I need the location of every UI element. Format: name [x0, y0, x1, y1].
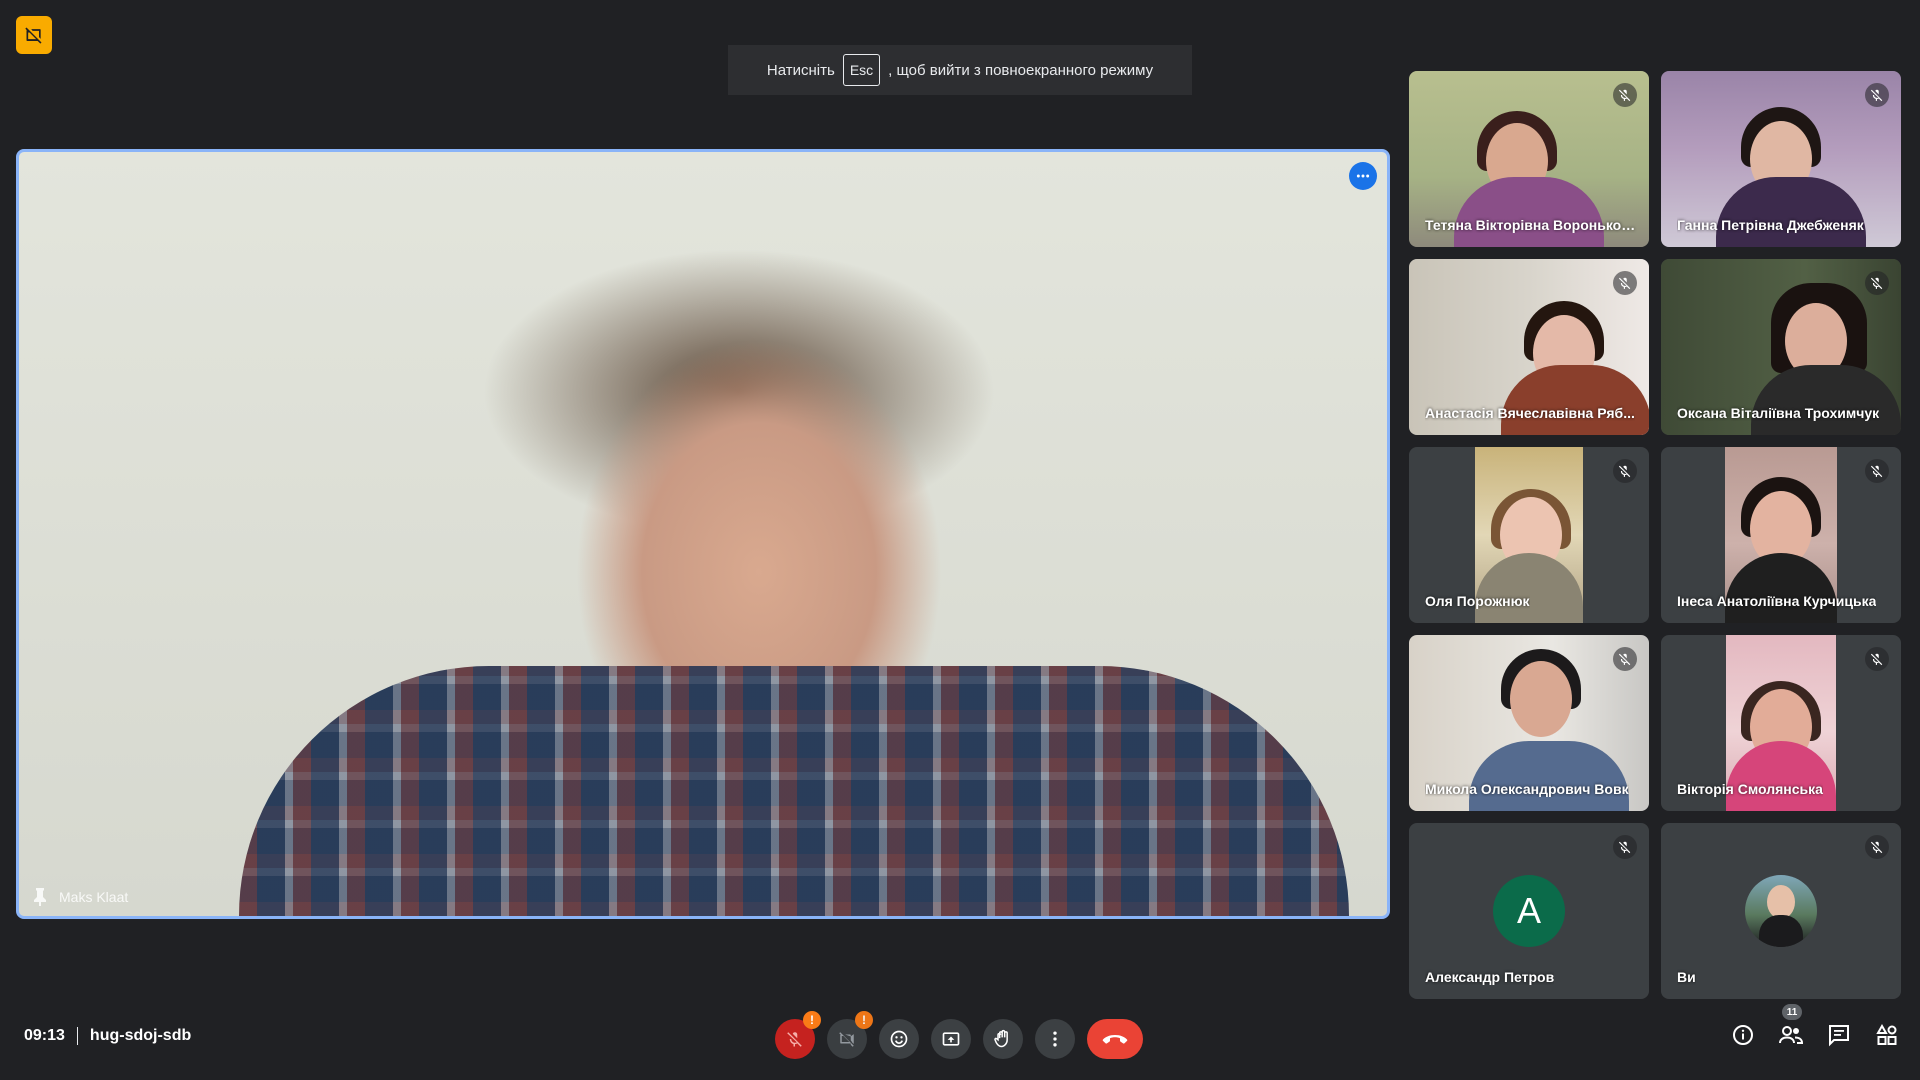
participant-tile[interactable]: Інеса Анатоліївна Курчицька — [1661, 447, 1901, 623]
more-vert-icon — [1045, 1029, 1065, 1049]
participant-name: Вікторія Смолянська — [1677, 781, 1823, 797]
participant-tile[interactable]: Тетяна Вікторівна Воронько-... — [1409, 71, 1649, 247]
people-count-badge: 11 — [1782, 1004, 1802, 1020]
participant-name: Оксана Віталіївна Трохимчук — [1677, 405, 1880, 421]
avatar: A — [1493, 875, 1565, 947]
mic-off-icon — [1865, 459, 1889, 483]
participant-name: Анастасія Вячеславівна Ряб... — [1425, 405, 1635, 421]
mic-off-icon — [1613, 835, 1637, 859]
more-options-button[interactable] — [1035, 1019, 1075, 1059]
participant-name: Ганна Петрівна Джебженяк — [1677, 217, 1864, 233]
main-speaker-label: Maks Klaat — [33, 888, 128, 906]
people-button[interactable]: 11 — [1778, 1004, 1804, 1048]
emoji-icon — [889, 1029, 909, 1049]
fullscreen-exit-toast: Натисніть Esc , щоб вийти з повноекранно… — [728, 45, 1192, 95]
camera-warning-badge: ! — [855, 1011, 873, 1029]
divider — [76, 1027, 78, 1045]
leave-call-button[interactable] — [1087, 1019, 1143, 1059]
mic-off-icon — [1865, 83, 1889, 107]
reactions-button[interactable] — [879, 1019, 919, 1059]
speaker-video-frame — [239, 666, 1349, 916]
raise-hand-button[interactable] — [983, 1019, 1023, 1059]
participant-name: Тетяна Вікторівна Воронько-... — [1425, 217, 1637, 233]
avatar — [1745, 875, 1817, 947]
activities-button[interactable] — [1874, 1022, 1900, 1048]
activities-icon — [1875, 1023, 1899, 1047]
people-icon — [1778, 1023, 1804, 1047]
participant-name: Ви — [1677, 969, 1696, 985]
participant-grid: Тетяна Вікторівна Воронько-... Ганна Пет… — [1409, 71, 1904, 999]
mic-warning-badge: ! — [803, 1011, 821, 1029]
mic-off-icon — [1865, 835, 1889, 859]
meeting-details-button[interactable] — [1730, 1022, 1756, 1048]
pin-icon — [33, 888, 47, 906]
chat-icon — [1827, 1023, 1851, 1047]
participant-tile[interactable]: Анастасія Вячеславівна Ряб... — [1409, 259, 1649, 435]
participant-tile[interactable]: A Александр Петров — [1409, 823, 1649, 999]
camera-toggle-button[interactable]: ! — [827, 1011, 873, 1059]
present-icon — [941, 1029, 961, 1049]
mic-off-icon — [1865, 271, 1889, 295]
participant-tile[interactable]: Оксана Віталіївна Трохимчук — [1661, 259, 1901, 435]
more-options-icon[interactable] — [1349, 162, 1377, 190]
main-speaker-name: Maks Klaat — [59, 889, 129, 905]
mic-toggle-button[interactable]: ! — [775, 1011, 821, 1059]
mic-off-icon — [1613, 271, 1637, 295]
participant-tile[interactable]: Оля Порожнюк — [1409, 447, 1649, 623]
present-screen-button[interactable] — [931, 1019, 971, 1059]
toast-text-before: Натисніть — [766, 61, 835, 79]
participant-tile[interactable]: Ганна Петрівна Джебженяк — [1661, 71, 1901, 247]
camera-off-icon — [838, 1030, 856, 1048]
participant-tile[interactable]: Вікторія Смолянська — [1661, 635, 1901, 811]
hand-icon — [993, 1029, 1013, 1049]
participant-name: Інеса Анатоліївна Курчицька — [1677, 593, 1877, 609]
meeting-code: hug-sdoj-sdb — [89, 1027, 192, 1044]
participant-tile[interactable]: Микола Олександрович Вовк — [1409, 635, 1649, 811]
side-panel-controls: 11 — [1730, 1004, 1900, 1048]
mic-off-icon — [1613, 459, 1637, 483]
meeting-time: 09:13 — [24, 1027, 65, 1044]
participant-name: Александр Петров — [1425, 969, 1555, 985]
mic-off-icon — [1613, 83, 1637, 107]
participant-tile-self[interactable]: Ви — [1661, 823, 1901, 999]
meeting-info: 09:13 hug-sdoj-sdb — [24, 1027, 191, 1045]
esc-key-hint: Esc — [842, 54, 881, 86]
mic-off-icon — [1865, 647, 1889, 671]
participant-name: Оля Порожнюк — [1425, 593, 1530, 609]
chat-button[interactable] — [1826, 1022, 1852, 1048]
phone-hangup-icon — [1102, 1032, 1128, 1046]
toast-text-after: , щоб вийти з повноекранного режиму — [888, 61, 1154, 79]
mic-off-icon — [786, 1030, 804, 1048]
mic-off-icon — [1613, 647, 1637, 671]
participant-name: Микола Олександрович Вовк — [1425, 781, 1629, 797]
info-icon — [1731, 1023, 1755, 1047]
call-controls: ! ! — [775, 1011, 1143, 1059]
video-off-badge-icon — [16, 16, 52, 54]
main-speaker-video[interactable]: Maks Klaat — [16, 149, 1390, 919]
